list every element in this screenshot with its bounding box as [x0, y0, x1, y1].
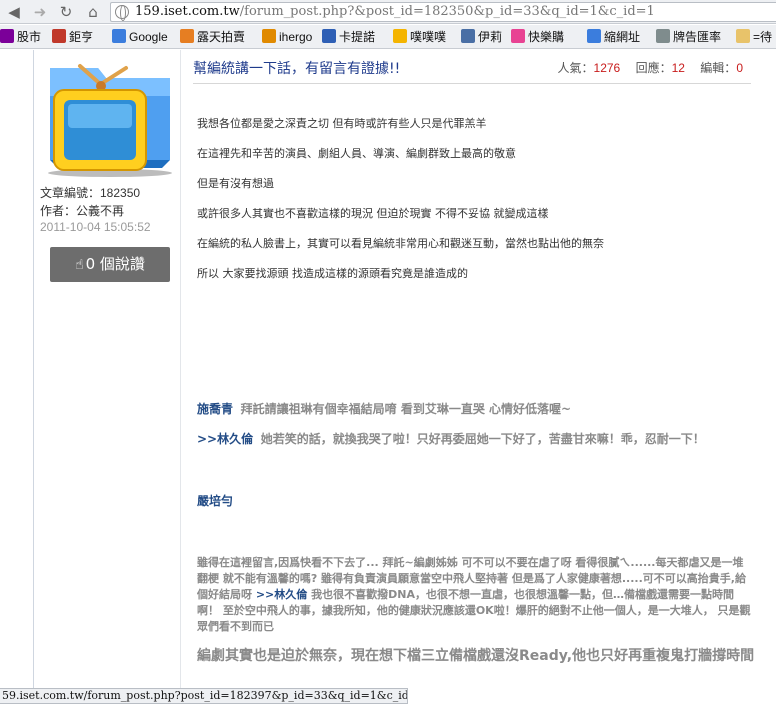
bookmark-item[interactable]: 卡提諾	[322, 28, 375, 46]
globe-icon	[656, 29, 670, 43]
google-icon	[112, 29, 126, 43]
post-id-label: 文章編號：182350	[40, 186, 141, 200]
bookmark-label: 快樂購	[528, 30, 565, 44]
globe-icon	[115, 5, 129, 21]
post-stats: 人氣：1276 回應：12 編輯：0	[558, 59, 743, 76]
comment-item: 嚴培勻	[197, 492, 233, 509]
left-border	[33, 50, 34, 688]
bookmark-label: 鉅亨	[69, 30, 94, 44]
google-icon	[587, 29, 601, 43]
bookmark-label: =待	[753, 30, 773, 44]
commenter-name[interactable]: 嚴培勻	[197, 494, 233, 508]
bookmark-item[interactable]: =待	[736, 28, 772, 46]
bookmark-label: 縮網址	[604, 30, 641, 44]
url-path: /forum_post.php?&post_id=182350&p_id=33&…	[239, 4, 655, 19]
like-button[interactable]: ☝ 0 個說讚	[50, 247, 170, 282]
url-host: 159.iset.com.tw	[135, 4, 240, 19]
bookmark-item[interactable]: 噗噗噗	[393, 28, 446, 46]
like-label: 0 個說讚	[85, 255, 145, 273]
post-line: 在編統的私人臉書上，其實可以看見編統非常用心和觀迷互動，當然也點出他的無奈	[197, 237, 604, 250]
views-label: 人氣：	[557, 61, 594, 75]
reload-icon[interactable]: ↻	[56, 2, 76, 22]
comment-text: 拜託請讓祖琳有個幸福結局唷 看到艾琳一直哭 心情好低落喔~	[240, 402, 572, 416]
bookmark-label: 股市	[17, 30, 42, 44]
bookmark-label: 噗噗噗	[410, 30, 447, 44]
home-icon[interactable]: ⌂	[83, 2, 103, 22]
bookmark-label: ihergo	[279, 30, 313, 44]
comment-paragraph: 雖得在這裡留言,因爲快看不下去了... 拜託~編劇姊姊 可不可以不要在虐了呀 看…	[197, 555, 753, 635]
edit-label: 編輯：	[700, 61, 737, 75]
back-icon[interactable]: ◀	[4, 2, 24, 22]
happygo-icon	[511, 29, 525, 43]
bookmark-item[interactable]: ihergo	[262, 28, 312, 46]
ihergo-icon	[262, 29, 276, 43]
post-line: 或許很多人其實也不喜歡這樣的現況 但迫於現實 不得不妥協 就變成這樣	[197, 207, 549, 220]
bookmark-label: 牌告匯率	[673, 30, 722, 44]
avatar	[48, 64, 172, 177]
comment-item: 施喬青 拜託請讓祖琳有個幸福結局唷 看到艾琳一直哭 心情好低落喔~	[197, 400, 571, 417]
eyny-icon	[461, 29, 475, 43]
post-line: 所以 大家要找源頭 找造成這樣的源頭看究竟是誰造成的	[197, 267, 468, 280]
bookmarks-bar: 股市 鉅亨 Google 露天拍賣 ihergo 卡提諾 噗噗噗 伊莉 快樂購 縮網址 牌告匯率 =待	[0, 25, 776, 49]
ck101-icon	[322, 29, 336, 43]
author-label: 作者：公義不再	[40, 204, 125, 218]
column-divider	[180, 50, 181, 688]
post-line: 但是有沒有想過	[197, 177, 274, 190]
url-input[interactable]: 159.iset.com.tw/forum_post.php?&post_id=…	[110, 2, 776, 22]
post-title: 幫編統講一下話，有留言有證據!!	[193, 61, 401, 77]
bookmark-item[interactable]: 牌告匯率	[656, 28, 721, 46]
bookmark-item[interactable]: 股市	[0, 28, 41, 46]
bookmark-item[interactable]: 露天拍賣	[180, 28, 245, 46]
bookmark-label: 卡提諾	[339, 30, 376, 44]
forum-post-page: 文章編號：182350 作者：公義不再 2011-10-04 15:05:52 …	[0, 50, 776, 688]
yahoo-icon	[0, 29, 14, 43]
bookmark-item[interactable]: 縮網址	[587, 28, 640, 46]
bookmark-label: Google	[129, 30, 168, 44]
edit-count: 0	[736, 61, 743, 75]
replies-label: 回應：	[635, 61, 672, 75]
bookmark-item[interactable]: 快樂購	[511, 28, 564, 46]
reply-name[interactable]: >>林久倫	[256, 588, 307, 601]
reply-text: 她若笑的話，就換我哭了啦！只好再委屈她一下好了，苦盡甘來嘛！乖，忍耐一下！	[260, 432, 705, 446]
title-divider	[193, 83, 751, 84]
ruten-icon	[180, 29, 194, 43]
bookmark-label: 伊莉	[478, 30, 503, 44]
bookmark-item[interactable]: 鉅亨	[52, 28, 93, 46]
status-bar: 59.iset.com.tw/forum_post.php?post_id=18…	[0, 688, 408, 704]
bookmark-label: 露天拍賣	[197, 30, 246, 44]
comment-paragraph-large: 編劇其實也是迫於無奈，現在想下檔三立備檔戲還沒Ready,他也只好再重複鬼打牆撐…	[197, 648, 755, 664]
reply-item: >>林久倫 她若笑的話，就換我哭了啦！只好再委屈她一下好了，苦盡甘來嘛！乖，忍耐…	[197, 430, 705, 447]
views-count: 1276	[593, 61, 621, 75]
bookmark-item[interactable]: 伊莉	[461, 28, 502, 46]
post-line: 我想各位都是愛之深責之切 但有時或許有些人只是代罪羔羊	[197, 117, 487, 130]
forward-icon[interactable]: ➜	[30, 2, 50, 22]
reply-name[interactable]: >>林久倫	[197, 432, 253, 446]
commenter-name[interactable]: 施喬青	[197, 402, 233, 416]
bookmark-item[interactable]: Google	[112, 28, 168, 46]
replies-count: 12	[671, 61, 685, 75]
address-bar: ◀ ➜ ↻ ⌂ 159.iset.com.tw/forum_post.php?&…	[0, 0, 776, 24]
post-line: 在這裡先和辛苦的演員、劇組人員、導演、編劇群致上最高的敬意	[197, 147, 516, 160]
thumbs-up-icon: ☝	[75, 257, 84, 273]
folder-icon	[736, 29, 750, 43]
plurk-icon	[393, 29, 407, 43]
cnyes-icon	[52, 29, 66, 43]
post-date: 2011-10-04 15:05:52	[40, 220, 151, 234]
